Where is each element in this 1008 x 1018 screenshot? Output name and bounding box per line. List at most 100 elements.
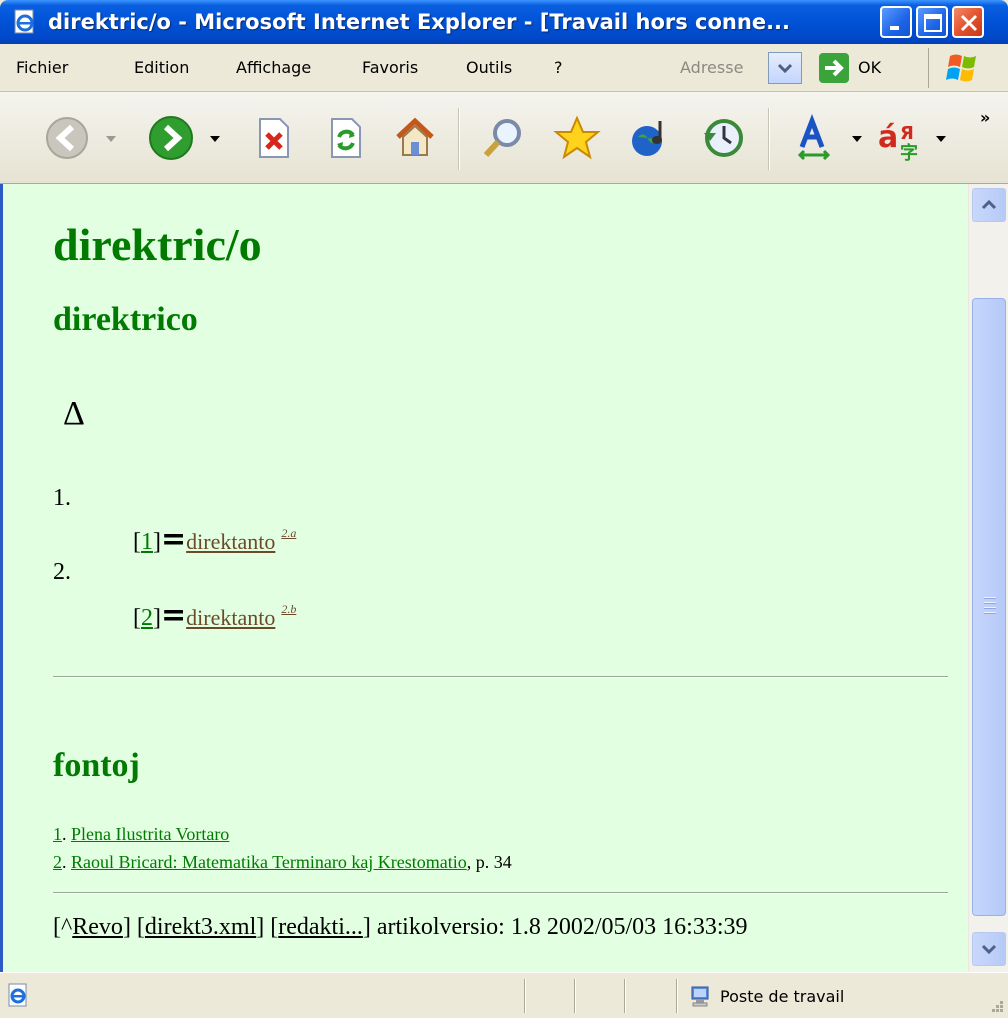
svg-text:字: 字 (900, 142, 918, 163)
title-bar[interactable]: direktric/o - Microsoft Internet Explore… (0, 0, 1008, 44)
menu-bar: Fichier Edition Affichage Favoris Outils… (0, 44, 1008, 92)
bracket-close: ] (153, 605, 161, 631)
math-symbol: Δ (63, 395, 85, 432)
svg-text:Я: Я (900, 123, 914, 144)
page-footer: [^Revo] [direkt3.xml] [redakti...] artik… (53, 912, 748, 942)
minimize-icon (890, 26, 899, 30)
footer-bracket: ] [ (256, 914, 279, 940)
address-label: Adresse (680, 58, 744, 77)
bracket-open: [ (133, 529, 141, 555)
reference-link[interactable]: 1 (141, 529, 153, 555)
maximize-icon (924, 14, 942, 32)
source-item: 2. Raoul Bricard: Matematika Terminaro k… (53, 852, 512, 872)
menu-fichier[interactable]: Fichier (16, 58, 68, 78)
font-size-dropdown-icon[interactable] (852, 136, 862, 142)
sources-heading: fontoj (53, 747, 140, 784)
version-text: ] artikolversio: 1.8 2002/05/03 16:33:39 (362, 914, 748, 940)
synonym-link[interactable]: direktanto (186, 605, 275, 630)
source-title-link[interactable]: Raoul Bricard: Matematika Terminaro kaj … (71, 852, 467, 872)
windows-logo-icon (946, 54, 976, 82)
history-icon[interactable] (698, 113, 748, 163)
vertical-scrollbar[interactable] (968, 184, 1008, 972)
stop-icon[interactable] (248, 113, 298, 163)
status-separator (624, 979, 626, 1013)
thumb-grip (984, 602, 996, 604)
equals-sign: = (161, 522, 187, 557)
thumb-grip (984, 612, 996, 614)
footer-bracket: [^ (53, 914, 73, 940)
scroll-up-button[interactable] (972, 188, 1006, 222)
status-bar: Poste de travail (0, 972, 1008, 1018)
chevron-down-icon (981, 944, 997, 955)
svg-text:á: á (878, 120, 898, 155)
toolbar-overflow-icon[interactable]: » (980, 108, 990, 127)
ie-page-icon (8, 983, 27, 1007)
definition-number: 1. (53, 485, 71, 511)
search-icon[interactable] (478, 113, 528, 163)
home-icon[interactable] (390, 113, 440, 163)
back-dropdown-icon[interactable] (106, 136, 116, 142)
source-title-link[interactable]: Plena Ilustrita Vortaro (71, 824, 229, 844)
definition-line: [1]=direktanto 2.a (133, 518, 296, 557)
toolbar-separator (458, 108, 460, 170)
bracket-close: ] (153, 529, 161, 555)
entry-heading: direktrico (53, 301, 198, 338)
scroll-thumb[interactable] (972, 298, 1006, 916)
menu-edition[interactable]: Edition (134, 58, 189, 78)
sense-marker[interactable]: 2.a (281, 526, 296, 540)
definition-line: [2]=direktanto 2.b (133, 594, 296, 633)
status-separator (524, 979, 526, 1013)
menu-outils[interactable]: Outils (466, 58, 512, 78)
source-suffix: , p. 34 (466, 852, 512, 872)
menu-divider (928, 48, 929, 88)
divider (53, 676, 948, 678)
sense-marker[interactable]: 2.b (281, 602, 296, 616)
media-icon[interactable] (626, 113, 676, 163)
page-content: direktric/o direktrico Δ 1. [1]=direktan… (0, 184, 968, 972)
bracket-open: [ (133, 605, 141, 631)
encoding-icon[interactable]: á Я 字 (876, 113, 926, 163)
close-button[interactable] (952, 6, 984, 38)
back-icon[interactable] (42, 113, 92, 163)
resize-grip-icon[interactable] (986, 997, 1006, 1017)
definition-number: 2. (53, 559, 71, 585)
divider (53, 892, 948, 894)
source-number-link[interactable]: 2 (53, 852, 62, 872)
go-arrow-icon[interactable] (818, 52, 850, 84)
source-item: 1. Plena Ilustrita Vortaro (53, 824, 230, 844)
forward-dropdown-icon[interactable] (210, 136, 220, 142)
minimize-button[interactable] (880, 6, 912, 38)
xml-link[interactable]: direkt3.xml (145, 914, 256, 940)
scroll-down-button[interactable] (972, 932, 1006, 966)
edit-link[interactable]: redakti... (278, 914, 363, 940)
address-dropdown[interactable] (768, 52, 802, 84)
source-number-link[interactable]: 1 (53, 824, 62, 844)
status-separator (676, 979, 678, 1013)
forward-icon[interactable] (146, 113, 196, 163)
thumb-grip (984, 607, 996, 609)
toolbar: á Я 字 » (0, 92, 1008, 184)
security-zone-label: Poste de travail (720, 987, 845, 1006)
window-title: direktric/o - Microsoft Internet Explore… (48, 10, 791, 34)
page-title: direktric/o (53, 219, 262, 270)
maximize-button[interactable] (916, 6, 948, 38)
thumb-grip (984, 597, 996, 599)
synonym-link[interactable]: direktanto (186, 529, 275, 554)
toolbar-separator (768, 108, 770, 170)
menu-help[interactable]: ? (554, 58, 563, 78)
close-icon (960, 14, 978, 32)
ie-page-icon (14, 9, 34, 34)
reference-link[interactable]: 2 (141, 605, 153, 631)
refresh-icon[interactable] (320, 113, 370, 163)
favorites-icon[interactable] (552, 113, 602, 163)
menu-affichage[interactable]: Affichage (236, 58, 311, 78)
font-size-icon[interactable] (794, 113, 844, 163)
chevron-up-icon (981, 199, 997, 210)
go-label[interactable]: OK (858, 58, 881, 78)
chevron-down-icon (777, 63, 793, 74)
encoding-dropdown-icon[interactable] (936, 136, 946, 142)
equals-sign: = (161, 598, 187, 633)
footer-bracket: ] [ (122, 914, 145, 940)
revo-link[interactable]: Revo (72, 914, 123, 940)
menu-favoris[interactable]: Favoris (362, 58, 418, 78)
